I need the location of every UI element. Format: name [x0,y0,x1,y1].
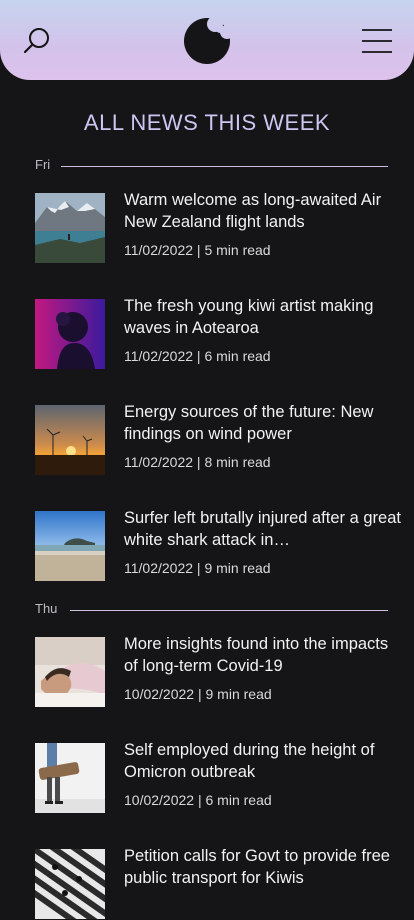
article-meta: 11/02/2022 | 8 min read [124,454,271,470]
article-item[interactable]: Surfer left brutally injured after a gre… [35,507,405,582]
crosswalk-photo [35,849,105,919]
sick-in-bed-photo [35,637,105,707]
article-headline: Surfer left brutally injured after a gre… [124,509,401,549]
article-meta: 10/02/2022 | 9 min read [124,686,272,702]
worker-carrying-photo [35,743,105,813]
article-meta: 11/02/2022 | 9 min read [124,560,271,576]
bitten-moon-logo[interactable] [180,15,232,65]
article-item[interactable]: Petition calls for Govt to provide free … [35,845,405,920]
day-label: Thu [35,601,58,616]
article-item[interactable]: The fresh young kiwi artist making waves… [35,295,405,370]
artist-silhouette-photo [35,299,105,369]
divider-line [70,610,388,611]
article-meta: 11/02/2022 | 6 min read [124,348,271,364]
article-item[interactable]: Energy sources of the future: New findin… [35,401,405,476]
day-separator: Fri [35,157,388,177]
divider-line [61,166,388,167]
article-item[interactable]: Self employed during the height of Omicr… [35,739,405,814]
article-headline: The fresh young kiwi artist making waves… [124,297,374,337]
article-headline: Petition calls for Govt to provide free … [124,847,390,887]
day-separator: Thu [35,601,388,621]
article-item[interactable]: Warm welcome as long-awaited Air New Zea… [35,189,405,264]
section-title: ALL NEWS THIS WEEK [83,110,331,135]
hamburger-menu-icon [362,29,392,53]
search-icon [23,28,49,54]
menu-button[interactable] [358,22,396,60]
article-headline: Self employed during the height of Omicr… [124,741,375,781]
day-label: Fri [35,157,51,172]
article-meta: 10/02/2022 | 6 min read [124,792,272,808]
article-headline: Energy sources of the future: New findin… [124,403,374,443]
article-headline: Warm welcome as long-awaited Air New Zea… [124,191,382,231]
beach-photo [35,511,105,581]
search-button[interactable] [18,22,56,60]
article-item[interactable]: More insights found into the impacts of … [35,633,405,708]
article-meta: 11/02/2022 | 5 min read [124,242,271,258]
app-header [0,0,414,80]
wind-turbine-sunset-photo [35,405,105,475]
mountain-lake-photo [35,193,105,263]
article-headline: More insights found into the impacts of … [124,635,389,675]
